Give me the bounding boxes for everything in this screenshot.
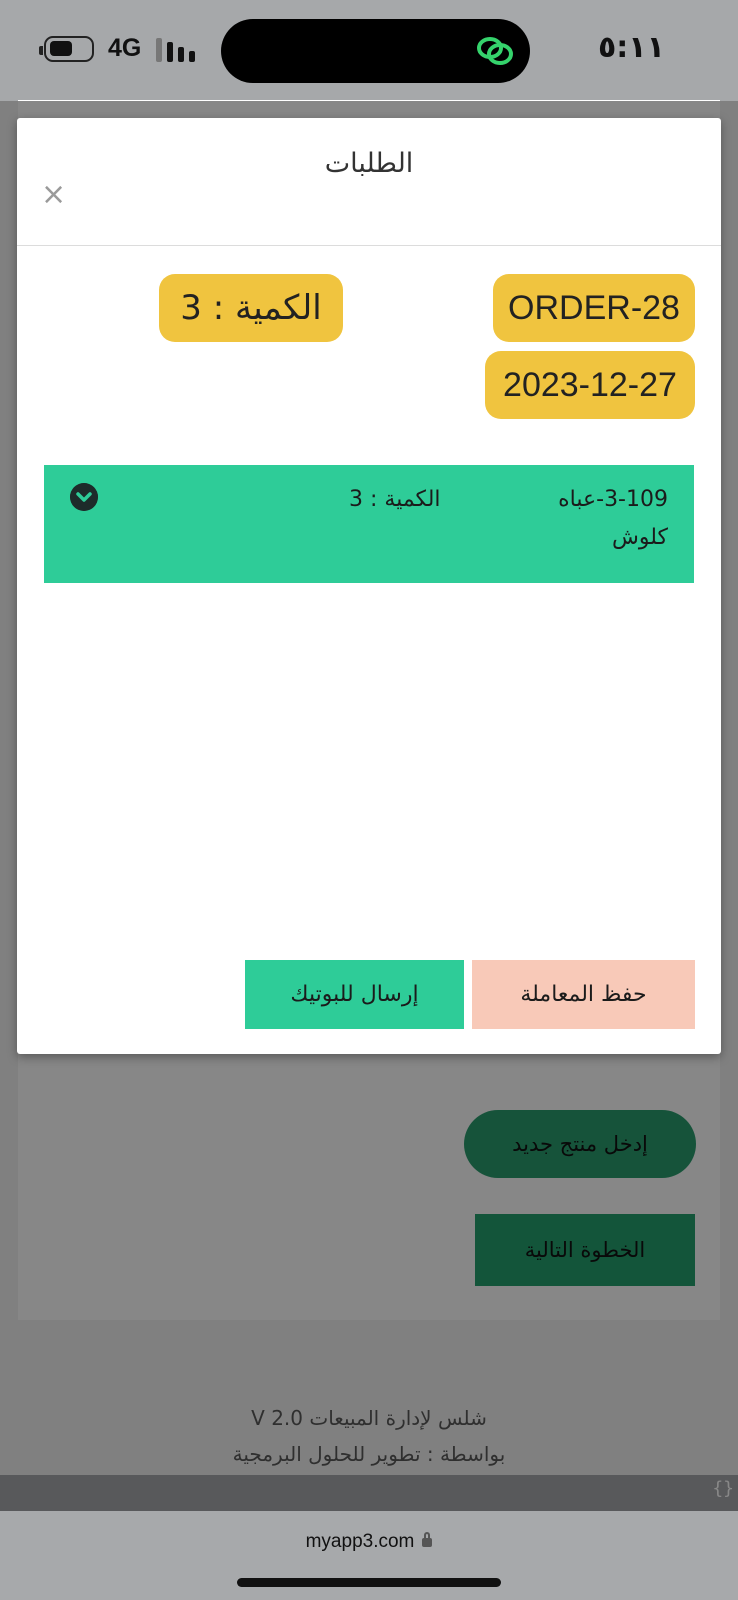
item-name: كلوش bbox=[612, 525, 668, 550]
home-indicator[interactable] bbox=[237, 1578, 501, 1587]
lock-icon bbox=[422, 1532, 433, 1547]
order-id-badge: ORDER-28 bbox=[493, 274, 695, 342]
close-icon[interactable]: × bbox=[41, 180, 66, 210]
order-date-badge: 2023-12-27 bbox=[485, 351, 695, 419]
page-bottom-strip bbox=[0, 1475, 738, 1511]
order-item-row[interactable]: 3-109-عباه كلوش الكمية : 3 bbox=[44, 465, 694, 583]
braces-icon: {} bbox=[712, 1478, 734, 1499]
orders-modal: الطلبات × ORDER-28 2023-12-27 الكمية : 3… bbox=[17, 118, 721, 1054]
chevron-down-icon[interactable] bbox=[70, 483, 98, 511]
clock: ٥:١١ bbox=[598, 30, 665, 65]
network-type: 4G bbox=[108, 34, 142, 62]
url-text[interactable]: myapp3.com bbox=[0, 1531, 738, 1553]
quantity-badge: الكمية : 3 bbox=[159, 274, 343, 342]
modal-title: الطلبات bbox=[324, 148, 414, 179]
send-to-boutique-button[interactable]: إرسال للبوتيك bbox=[245, 960, 464, 1029]
battery-icon bbox=[39, 36, 94, 62]
signal-icon bbox=[156, 38, 196, 62]
save-transaction-button[interactable]: حفظ المعاملة bbox=[472, 960, 695, 1029]
item-code: 3-109-عباه bbox=[558, 487, 668, 512]
modal-divider bbox=[17, 245, 721, 246]
status-bar: 4G ٥:١١ bbox=[0, 0, 738, 101]
link-icon bbox=[477, 37, 513, 65]
url-label: myapp3.com bbox=[305, 1531, 415, 1552]
item-quantity: الكمية : 3 bbox=[349, 487, 441, 512]
